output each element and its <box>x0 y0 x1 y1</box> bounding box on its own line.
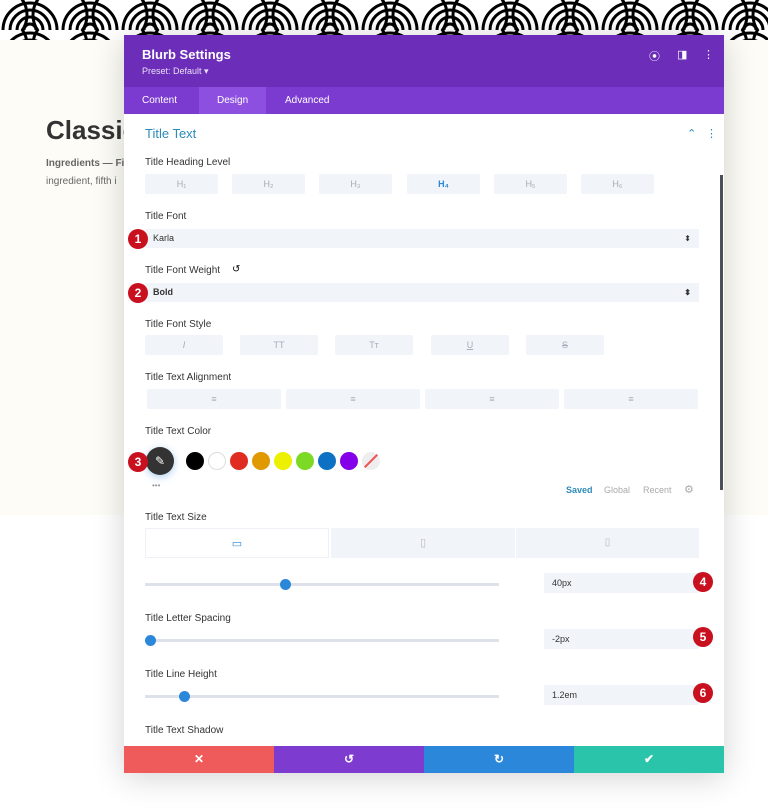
desktop-tab[interactable]: ▭ <box>145 528 329 558</box>
swatch-black[interactable] <box>186 452 204 470</box>
text-size-label: Title Text Size <box>145 512 207 523</box>
font-weight-select[interactable]: Bold ⬍ <box>145 283 699 302</box>
text-color-label: Title Text Color <box>145 426 212 437</box>
tab-bar: Content Design Advanced <box>124 87 724 114</box>
color-settings-gear-icon[interactable]: ⚙ <box>684 483 694 496</box>
select-arrows-icon: ⬍ <box>684 234 691 243</box>
fullscreen-icon[interactable]: ⦿ <box>649 48 660 64</box>
font-weight-value: Bold <box>153 287 173 297</box>
heading-h2-button[interactable]: H₂ <box>232 174 305 194</box>
underline-button[interactable]: U <box>431 335 509 355</box>
strikethrough-button[interactable]: S <box>526 335 604 355</box>
eyedropper-icon[interactable]: ✎ <box>146 447 174 475</box>
section-menu-icon[interactable]: ⋮ <box>706 127 717 140</box>
font-style-label: Title Font Style <box>145 319 212 330</box>
swatch-purple[interactable] <box>340 452 358 470</box>
saved-colors-tab[interactable]: Saved <box>566 485 593 495</box>
global-colors-tab[interactable]: Global <box>604 485 630 495</box>
capitalize-button[interactable]: Tт <box>335 335 413 355</box>
step-badge-3: 3 <box>128 452 148 472</box>
font-label: Title Font <box>145 211 187 222</box>
swatch-transparent[interactable] <box>362 452 380 470</box>
more-options-icon[interactable]: ⋮ <box>703 48 714 61</box>
line-height-input[interactable]: 1.2em <box>544 685 699 705</box>
letter-spacing-label: Title Letter Spacing <box>145 613 231 624</box>
scallop-pattern-background <box>0 0 768 40</box>
text-size-slider[interactable] <box>145 583 499 586</box>
line-height-slider[interactable] <box>145 695 499 698</box>
blurb-settings-modal: Blurb Settings Preset: Default ▾ ⦿ ◨ ⋮ C… <box>124 35 724 773</box>
step-badge-5: 5 <box>693 627 713 647</box>
sidebar-toggle-icon[interactable]: ◨ <box>677 48 687 61</box>
modal-title: Blurb Settings <box>142 47 231 62</box>
tab-content[interactable]: Content <box>124 87 195 114</box>
step-badge-1: 1 <box>128 229 148 249</box>
undo-button[interactable]: ↺ <box>274 746 424 773</box>
heading-h5-button[interactable]: H₅ <box>494 174 567 194</box>
ingredients-text-2: ingredient, fifth i <box>46 176 117 187</box>
heading-level-label: Title Heading Level <box>145 157 231 168</box>
step-badge-6: 6 <box>693 683 713 703</box>
swatch-red[interactable] <box>230 452 248 470</box>
step-badge-2: 2 <box>128 283 148 303</box>
collapse-chevron-icon[interactable]: ⌃ <box>687 127 696 140</box>
uppercase-button[interactable]: TT <box>240 335 318 355</box>
tab-advanced[interactable]: Advanced <box>267 87 347 114</box>
align-right-button[interactable]: ≡ <box>425 389 559 409</box>
font-select[interactable]: Karla ⬍ <box>145 229 699 248</box>
align-left-button[interactable]: ≡ <box>147 389 281 409</box>
italic-button[interactable]: I <box>145 335 223 355</box>
swatch-yellow[interactable] <box>274 452 292 470</box>
font-weight-label: Title Font Weight <box>145 265 221 276</box>
heading-h6-button[interactable]: H₆ <box>581 174 654 194</box>
align-center-button[interactable]: ≡ <box>286 389 420 409</box>
section-title[interactable]: Title Text <box>145 126 196 141</box>
reset-icon[interactable]: ↺ <box>232 264 240 275</box>
modal-header: Blurb Settings Preset: Default ▾ ⦿ ◨ ⋮ <box>124 35 724 87</box>
heading-h1-button[interactable]: H₁ <box>145 174 218 194</box>
text-shadow-label: Title Text Shadow <box>145 725 224 736</box>
redo-button[interactable]: ↻ <box>424 746 574 773</box>
swatch-green[interactable] <box>296 452 314 470</box>
heading-h4-button[interactable]: H₄ <box>407 174 480 194</box>
tab-design[interactable]: Design <box>199 87 267 114</box>
phone-tab[interactable]: ▯ <box>516 528 699 558</box>
align-justify-button[interactable]: ≡ <box>564 389 698 409</box>
swatch-orange[interactable] <box>252 452 270 470</box>
more-swatches-icon[interactable]: ••• <box>152 481 160 490</box>
text-size-input[interactable]: 40px <box>544 573 699 593</box>
alignment-label: Title Text Alignment <box>145 372 232 383</box>
text-size-slider-handle[interactable] <box>280 579 291 590</box>
select-arrows-icon: ⬍ <box>684 288 691 297</box>
letter-spacing-slider[interactable] <box>145 639 499 642</box>
letter-spacing-slider-handle[interactable] <box>145 635 156 646</box>
recent-colors-tab[interactable]: Recent <box>643 485 672 495</box>
line-height-slider-handle[interactable] <box>179 691 190 702</box>
swatch-blue[interactable] <box>318 452 336 470</box>
step-badge-4: 4 <box>693 572 713 592</box>
tablet-tab[interactable]: ▯ <box>331 528 515 558</box>
font-value: Karla <box>153 233 175 243</box>
scrollbar[interactable] <box>720 175 723 490</box>
line-height-label: Title Line Height <box>145 669 217 680</box>
heading-h3-button[interactable]: H₃ <box>319 174 392 194</box>
swatch-white[interactable] <box>208 452 226 470</box>
letter-spacing-input[interactable]: -2px <box>544 629 699 649</box>
preset-dropdown[interactable]: Preset: Default ▾ <box>142 66 209 77</box>
cancel-button[interactable]: ✕ <box>124 746 274 773</box>
page-text: Ingredients — Fi ingredient, fifth i <box>46 155 124 191</box>
ingredients-text: Ingredients — Fi <box>46 158 125 169</box>
save-button[interactable]: ✔ <box>574 746 724 773</box>
scallop-pattern <box>0 0 768 40</box>
